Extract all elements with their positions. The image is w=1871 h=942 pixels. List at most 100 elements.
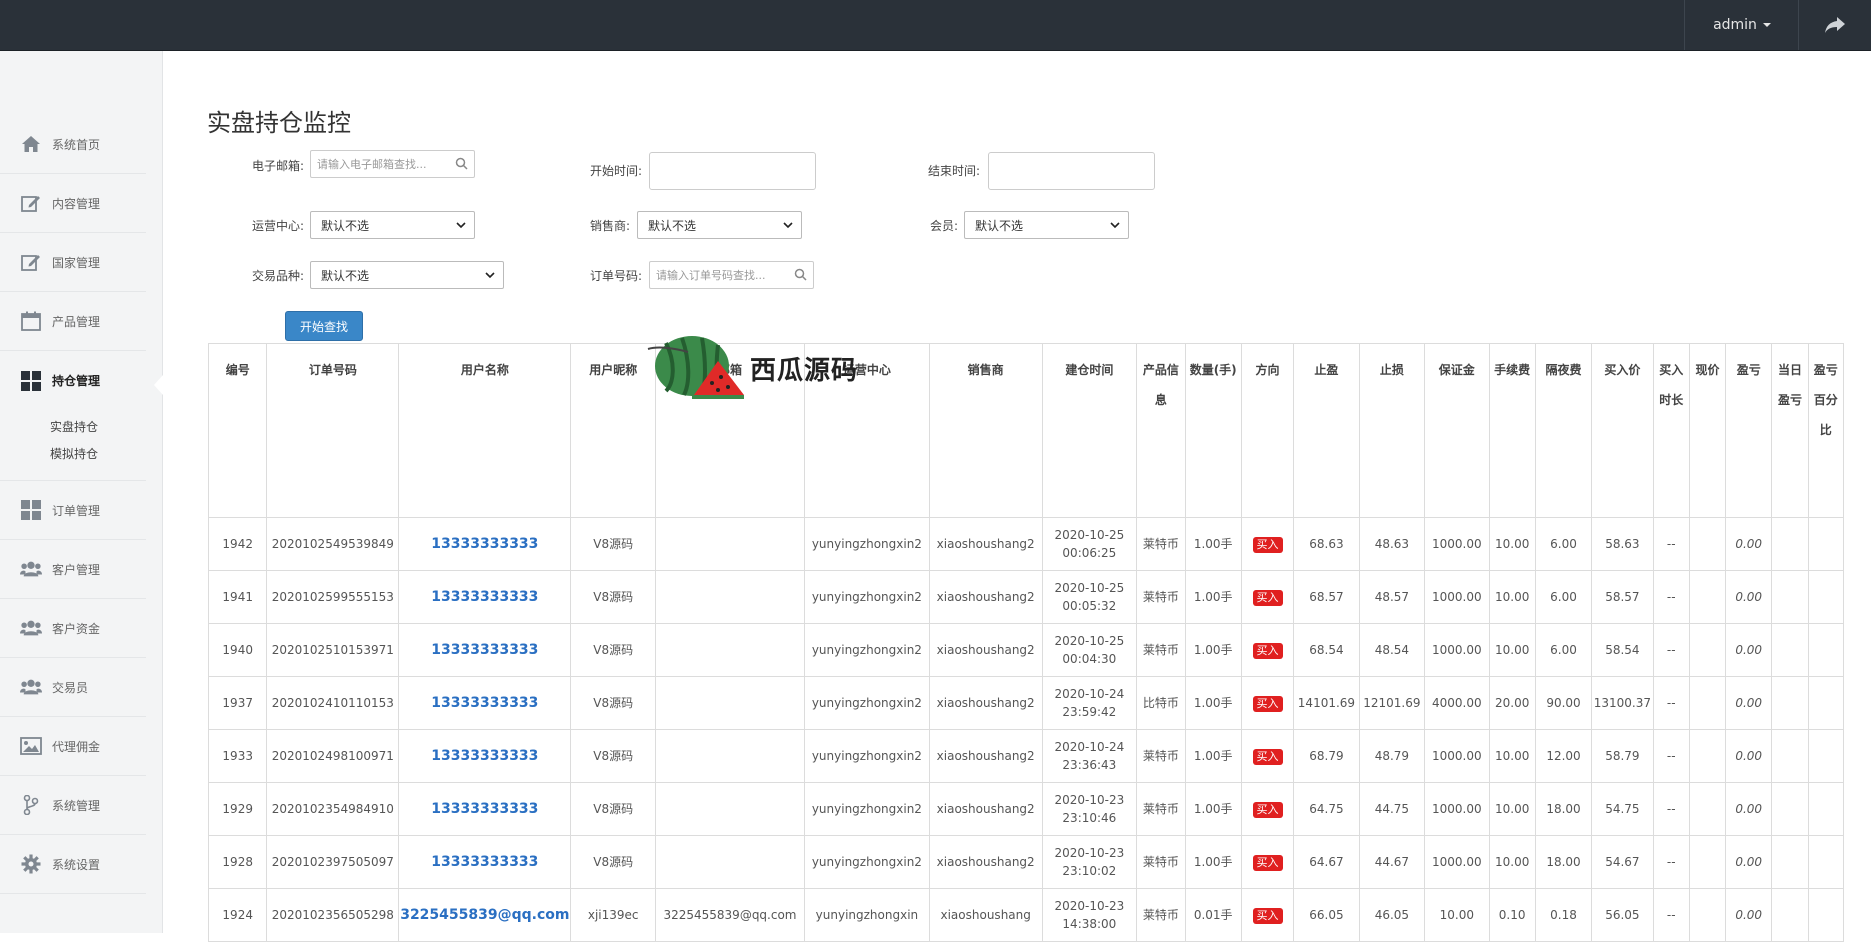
logout-button[interactable] xyxy=(1798,0,1871,50)
cell-dir: 买入 xyxy=(1240,835,1295,889)
product-type-select[interactable]: 默认不选 xyxy=(310,261,504,289)
column-header: 现价 xyxy=(1688,343,1727,518)
cell-nick: V8源码 xyxy=(570,676,656,730)
direction-badge: 买入 xyxy=(1252,696,1283,712)
sidebar-item-system-manage[interactable]: 系统管理 xyxy=(0,776,146,835)
order-placeholder: 请输入订单号码查找... xyxy=(656,269,766,282)
open-time: 23:10:46 xyxy=(1062,811,1117,825)
sidebar-item-label: 国家管理 xyxy=(52,255,101,270)
cell-id: 1924 xyxy=(207,888,268,942)
sidebar-item-customer-funds[interactable]: 客户资金 xyxy=(0,599,146,658)
submenu-item-real-positions[interactable]: 实盘持仓 xyxy=(50,414,146,441)
open-date: 2020-10-25 xyxy=(1054,634,1125,648)
user-link[interactable]: 13333333333 xyxy=(431,854,538,870)
order-number-input[interactable]: 请输入订单号码查找... xyxy=(649,261,814,289)
calendar-icon xyxy=(20,310,42,332)
ops-center-select[interactable]: 默认不选 xyxy=(310,211,475,239)
end-time-input[interactable] xyxy=(988,152,1155,190)
cell-tp: 66.05 xyxy=(1293,888,1360,942)
cell-user: 13333333333 xyxy=(398,676,572,730)
table-row[interactable]: 1924 2020102356505298 3225455839@qq.com xji… xyxy=(207,888,1845,942)
cell-datetime: 2020-10-24 23:59:42 xyxy=(1041,676,1138,730)
table-row[interactable]: 1940 2020102510153971 13333333333 V8源码 yunyi… xyxy=(207,623,1845,677)
open-time: 00:04:30 xyxy=(1062,652,1117,666)
user-link[interactable]: 13333333333 xyxy=(431,748,538,764)
column-header: 方向 xyxy=(1240,343,1295,518)
sidebar-item-customers[interactable]: 客户管理 xyxy=(0,540,146,599)
cell-dir: 买入 xyxy=(1240,888,1295,942)
sidebar-item-agent-commission[interactable]: 代理佣金 xyxy=(0,717,146,776)
table-row[interactable]: 1928 2020102397505097 13333333333 V8源码 yunyi… xyxy=(207,835,1845,889)
sidebar-item-positions[interactable]: 持仓管理 xyxy=(0,351,146,410)
cell-ops: yunyingzhongxin xyxy=(803,888,930,942)
cell-dir: 买入 xyxy=(1240,782,1295,836)
start-time-input[interactable] xyxy=(649,152,816,190)
email-label: 电子邮箱: xyxy=(251,159,304,173)
direction-badge: 买入 xyxy=(1252,749,1283,765)
table-row[interactable]: 1941 2020102599555153 13333333333 V8源码 yunyi… xyxy=(207,570,1845,624)
user-link[interactable]: 13333333333 xyxy=(431,642,538,658)
cell-fee: 10.00 xyxy=(1488,835,1536,889)
cell-order: 2020102410110153 xyxy=(266,676,400,730)
cell-product: 莱特币 xyxy=(1136,570,1186,624)
column-header: 盈亏 xyxy=(1725,343,1773,518)
sidebar-item-traders[interactable]: 交易员 xyxy=(0,658,146,717)
cell-user: 3225455839@qq.com xyxy=(398,888,572,942)
cell-seller: xiaoshoushang2 xyxy=(928,570,1043,624)
sidebar-item-product[interactable]: 产品管理 xyxy=(0,292,146,351)
submenu-item-sim-positions[interactable]: 模拟持仓 xyxy=(50,441,146,468)
seller-select[interactable]: 默认不选 xyxy=(637,211,802,239)
email-search-input[interactable]: 请输入电子邮箱查找... xyxy=(310,150,475,178)
cell-datetime: 2020-10-25 00:05:32 xyxy=(1041,570,1138,624)
open-date: 2020-10-25 xyxy=(1054,581,1125,595)
cell-nick: xji139ec xyxy=(570,888,656,942)
member-select[interactable]: 默认不选 xyxy=(964,211,1129,239)
cell-qty: 1.00手 xyxy=(1184,835,1242,889)
cell-price: 54.67 xyxy=(1591,835,1654,889)
user-link[interactable]: 3225455839@qq.com xyxy=(400,907,569,923)
sidebar-item-content[interactable]: 内容管理 xyxy=(0,174,146,233)
table-row[interactable]: 1942 2020102549539849 13333333333 V8源码 yunyi… xyxy=(207,517,1845,571)
direction-badge: 买入 xyxy=(1252,802,1283,818)
open-time: 14:38:00 xyxy=(1062,917,1117,931)
cell-dir: 买入 xyxy=(1240,570,1295,624)
share-arrow-icon xyxy=(1825,17,1845,33)
cell-overnight: 0.18 xyxy=(1534,888,1593,942)
user-link[interactable]: 13333333333 xyxy=(431,589,538,605)
table-row[interactable]: 1937 2020102410110153 13333333333 V8源码 yunyi… xyxy=(207,676,1845,730)
admin-menu[interactable]: admin xyxy=(1684,0,1799,50)
cell-seller: xiaoshoushang2 xyxy=(928,835,1043,889)
cell-product: 莱特币 xyxy=(1136,888,1186,942)
cell-sl: 44.67 xyxy=(1358,835,1426,889)
open-date: 2020-10-25 xyxy=(1054,528,1125,542)
sidebar-item-orders[interactable]: 订单管理 xyxy=(0,481,146,540)
cell-user: 13333333333 xyxy=(398,835,572,889)
user-link[interactable]: 13333333333 xyxy=(431,536,538,552)
search-button[interactable]: 开始查找 xyxy=(285,311,363,341)
chevron-down-icon xyxy=(485,272,495,279)
cell-nick: V8源码 xyxy=(570,623,656,677)
user-link[interactable]: 13333333333 xyxy=(431,801,538,817)
open-date: 2020-10-23 xyxy=(1054,793,1125,807)
sidebar-item-country[interactable]: 国家管理 xyxy=(0,233,146,292)
cell-pct xyxy=(1807,570,1845,624)
sidebar-item-home[interactable]: 系统首页 xyxy=(0,115,146,174)
cell-datetime: 2020-10-23 23:10:46 xyxy=(1041,782,1138,836)
sidebar-item-label: 代理佣金 xyxy=(52,739,101,754)
column-header: 保证金 xyxy=(1424,343,1490,518)
sidebar-item-settings[interactable]: 系统设置 xyxy=(0,835,146,894)
table-row[interactable]: 1933 2020102498100971 13333333333 V8源码 yunyi… xyxy=(207,729,1845,783)
positions-table: 编号 订单号码 用户名称 用户昵称 邮箱 运营中心 销售商 建仓时间 产品信息 数量(手) 方向 止盈… xyxy=(207,343,1845,942)
cell-margin: 4000.00 xyxy=(1424,676,1490,730)
column-header: 隔夜费 xyxy=(1534,343,1593,518)
column-header: 当日盈亏 xyxy=(1771,343,1809,518)
cell-datetime: 2020-10-25 00:04:30 xyxy=(1041,623,1138,677)
column-header: 产品信息 xyxy=(1136,343,1186,518)
user-link[interactable]: 13333333333 xyxy=(431,695,538,711)
table-row[interactable]: 1929 2020102354984910 13333333333 V8源码 yunyi… xyxy=(207,782,1845,836)
cell-seller: xiaoshoushang2 xyxy=(928,782,1043,836)
cell-nick: V8源码 xyxy=(570,835,656,889)
direction-badge: 买入 xyxy=(1252,590,1283,606)
cell-price: 58.63 xyxy=(1591,517,1654,571)
cell-overnight: 12.00 xyxy=(1534,729,1593,783)
